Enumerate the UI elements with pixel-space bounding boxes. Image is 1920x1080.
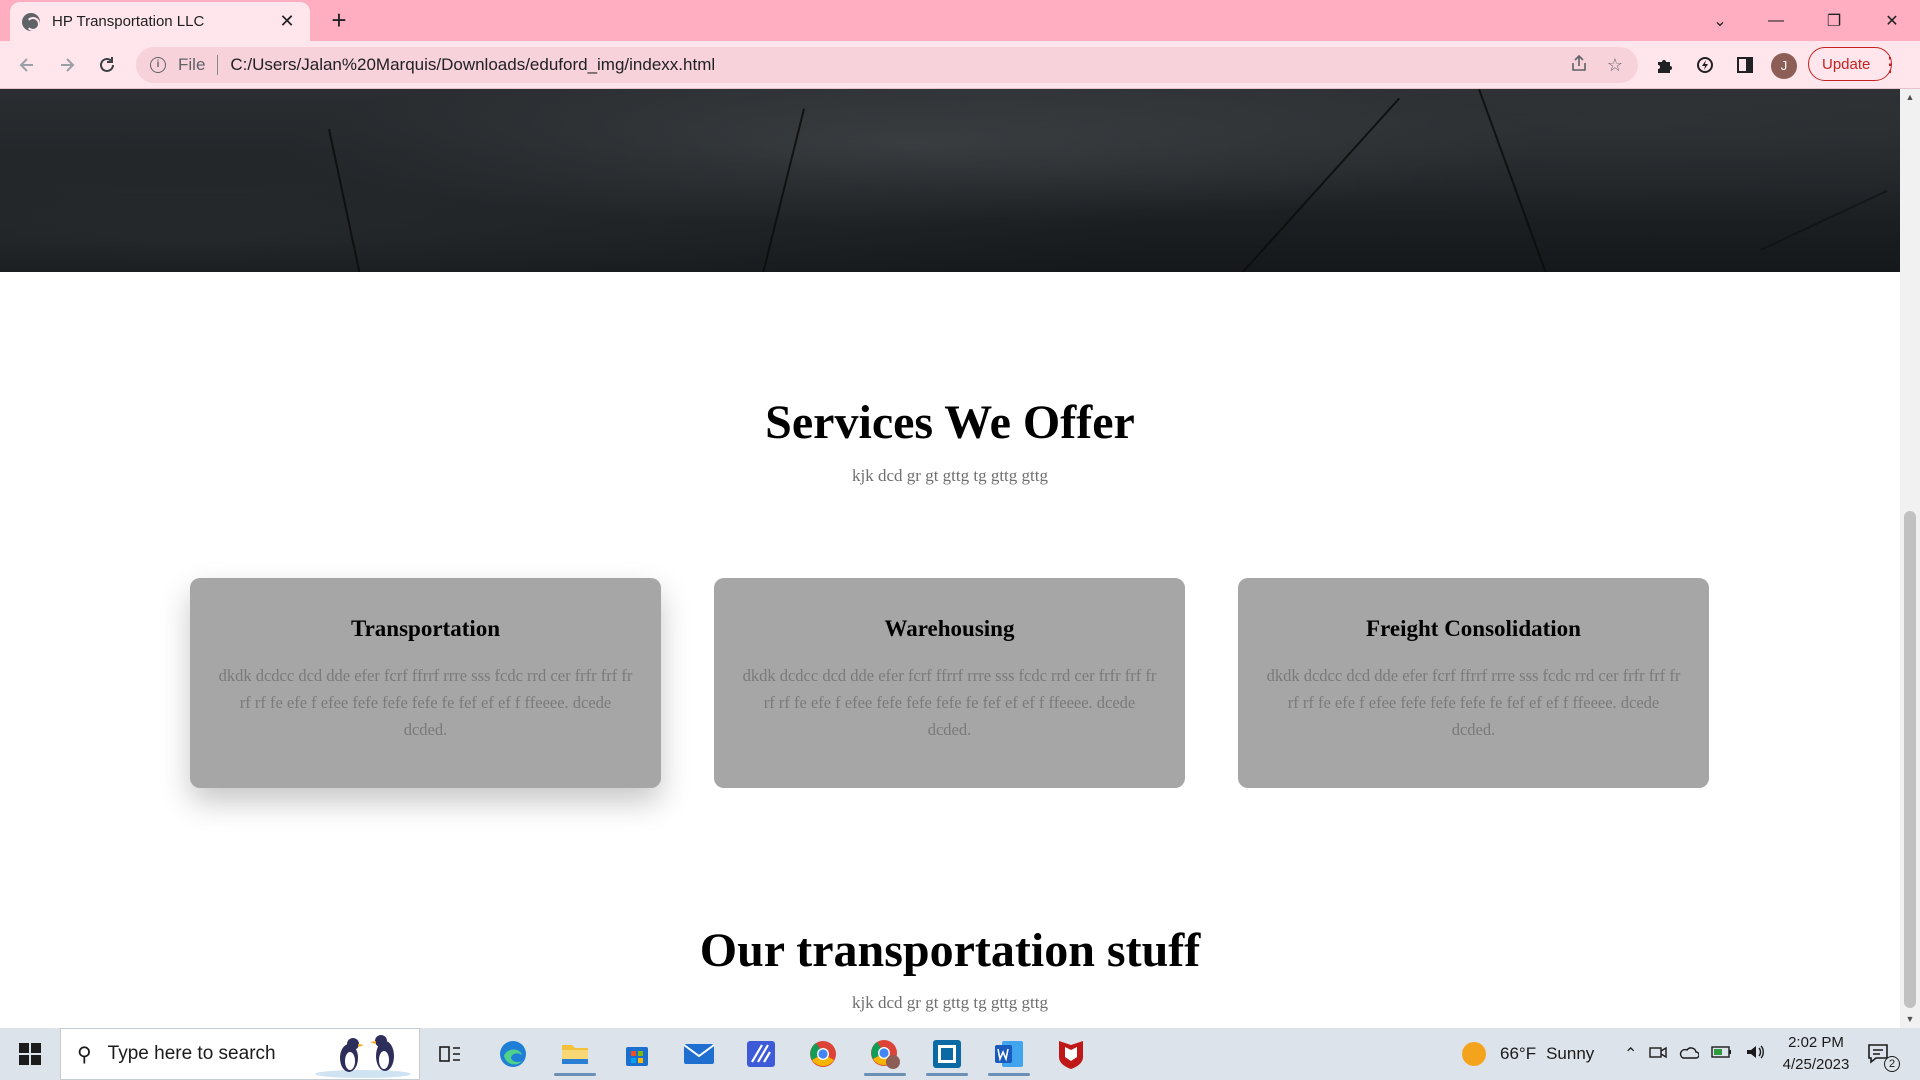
meet-now-icon[interactable]	[1649, 1044, 1668, 1065]
task-view-icon[interactable]	[425, 1032, 475, 1076]
store-icon[interactable]	[612, 1032, 662, 1076]
tab-search-dropdown-icon[interactable]: ⌄	[1692, 0, 1748, 41]
services-subtitle: kjk dcd gr gt gttg tg gttg gttg	[852, 466, 1048, 485]
chrome-icon[interactable]	[798, 1032, 848, 1076]
info-icon[interactable]: i	[150, 57, 166, 73]
taskbar-search[interactable]: ⚲ Type here to search	[60, 1028, 420, 1080]
weather-temp: 66°F	[1500, 1044, 1537, 1063]
forward-icon	[61, 58, 75, 72]
mcafee-icon[interactable]	[1046, 1032, 1096, 1076]
reload-button[interactable]	[92, 50, 122, 80]
windows-icon	[19, 1043, 41, 1065]
weather-widget[interactable]: 66°F Sunny	[1462, 1028, 1594, 1080]
search-icon: ⚲	[77, 1043, 92, 1066]
service-card-warehousing[interactable]: Warehousing dkdk dcdcc dcd dde efer fcrf…	[714, 578, 1185, 788]
address-url[interactable]: C:/Users/Jalan%20Marquis/Downloads/edufo…	[230, 55, 715, 75]
forward-button[interactable]	[52, 50, 82, 80]
volume-icon[interactable]	[1745, 1044, 1765, 1065]
clock-time: 2:02 PM	[1788, 1034, 1844, 1051]
stuff-title: Our transportation stuff	[699, 924, 1201, 977]
active-indicator	[988, 1073, 1030, 1076]
hero-crack	[759, 108, 805, 272]
new-tab-button[interactable]: +	[324, 6, 354, 36]
browser-tab-bar: HP Transportation LLC ✕ + ⌄ — ❐ ✕	[0, 0, 1920, 41]
notification-center[interactable]: 2	[1866, 1028, 1900, 1080]
mail-icon[interactable]	[674, 1032, 724, 1076]
taskbar: ⚲ Type here to search 66°F Sunny ⌃ 2:02 …	[0, 1028, 1920, 1080]
star-icon[interactable]: ☆	[1604, 54, 1626, 76]
sidepanel-icon[interactable]	[1730, 50, 1760, 80]
share-icon[interactable]	[1568, 54, 1590, 76]
close-window-button[interactable]: ✕	[1864, 0, 1920, 41]
active-indicator	[926, 1073, 968, 1076]
page-scrollbar[interactable]: ▲ ▼	[1900, 89, 1920, 1028]
scroll-up-icon[interactable]: ▲	[1900, 89, 1920, 106]
active-indicator	[864, 1073, 906, 1076]
battery-icon[interactable]	[1711, 1045, 1733, 1064]
terminal-icon[interactable]	[922, 1032, 972, 1076]
search-placeholder: Type here to search	[107, 1043, 276, 1064]
globe-icon	[22, 12, 40, 31]
puzzle-icon[interactable]	[1650, 50, 1680, 80]
card-title: Transportation	[350, 616, 501, 641]
profile-avatar[interactable]: J	[1771, 53, 1797, 79]
edge-icon[interactable]	[488, 1032, 538, 1076]
hero-image	[0, 89, 1900, 272]
hero-crack	[1478, 89, 1549, 272]
tab-close-icon[interactable]: ✕	[276, 11, 298, 32]
update-label: Update	[1822, 55, 1871, 73]
hero-crack	[328, 129, 362, 272]
scrollbar-thumb[interactable]	[1904, 511, 1916, 1008]
sun-icon	[1462, 1042, 1486, 1066]
services-title: Services We Offer	[765, 396, 1135, 449]
pen-app-icon[interactable]	[736, 1032, 786, 1076]
service-card-freight-consolidation[interactable]: Freight Consolidation dkdk dcdcc dcd dde…	[1238, 578, 1709, 788]
clock-date: 4/25/2023	[1782, 1056, 1850, 1073]
scroll-down-icon[interactable]: ▼	[1900, 1011, 1920, 1028]
hero-crack	[1224, 97, 1400, 272]
reload-icon	[100, 57, 114, 72]
back-icon	[19, 58, 33, 72]
card-text: dkdk dcdcc dcd dde efer fcrf ffrrf rrre …	[742, 666, 1157, 739]
taskbar-clock[interactable]: 2:02 PM 4/25/2023	[1768, 1032, 1864, 1076]
address-separator	[217, 55, 219, 75]
card-text: dkdk dcdcc dcd dde efer fcrf ffrrf rrre …	[218, 666, 633, 739]
onedrive-icon[interactable]	[1679, 1045, 1701, 1064]
extension-icon[interactable]	[1690, 50, 1720, 80]
file-explorer-icon[interactable]	[550, 1032, 600, 1076]
address-scheme: File	[178, 55, 206, 74]
back-button[interactable]	[12, 50, 42, 80]
card-text: dkdk dcdcc dcd dde efer fcrf ffrrf rrre …	[1266, 666, 1681, 739]
page-viewport: Services We Offer kjk dcd gr gt gttg tg …	[0, 89, 1900, 1028]
card-title: Freight Consolidation	[1366, 616, 1581, 641]
menu-icon[interactable]: ⋮	[1880, 50, 1900, 80]
card-title: Warehousing	[884, 616, 1015, 641]
service-card-transportation[interactable]: Transportation dkdk dcdcc dcd dde efer f…	[190, 578, 661, 788]
chrome-profile-icon[interactable]	[860, 1032, 910, 1076]
browser-toolbar: i File C:/Users/Jalan%20Marquis/Download…	[0, 41, 1920, 89]
restore-button[interactable]: ❐	[1806, 0, 1862, 41]
start-button[interactable]	[0, 1028, 60, 1080]
weather-condition: Sunny	[1546, 1044, 1595, 1063]
hero-crack	[1760, 189, 1888, 251]
minimize-button[interactable]: —	[1748, 0, 1804, 41]
active-indicator	[554, 1073, 596, 1076]
chevron-up-icon[interactable]: ⌃	[1624, 1044, 1637, 1064]
word-icon[interactable]	[984, 1032, 1034, 1076]
system-tray: ⌃	[1624, 1028, 1765, 1080]
tab-title: HP Transportation LLC	[52, 13, 205, 30]
stuff-subtitle: kjk dcd gr gt gttg tg gttg gttg	[852, 993, 1048, 1012]
browser-tab[interactable]: HP Transportation LLC ✕	[10, 2, 310, 41]
penguins-icon	[315, 1035, 411, 1078]
notification-count: 2	[1884, 1056, 1900, 1072]
address-bar[interactable]: i File C:/Users/Jalan%20Marquis/Download…	[136, 47, 1638, 83]
